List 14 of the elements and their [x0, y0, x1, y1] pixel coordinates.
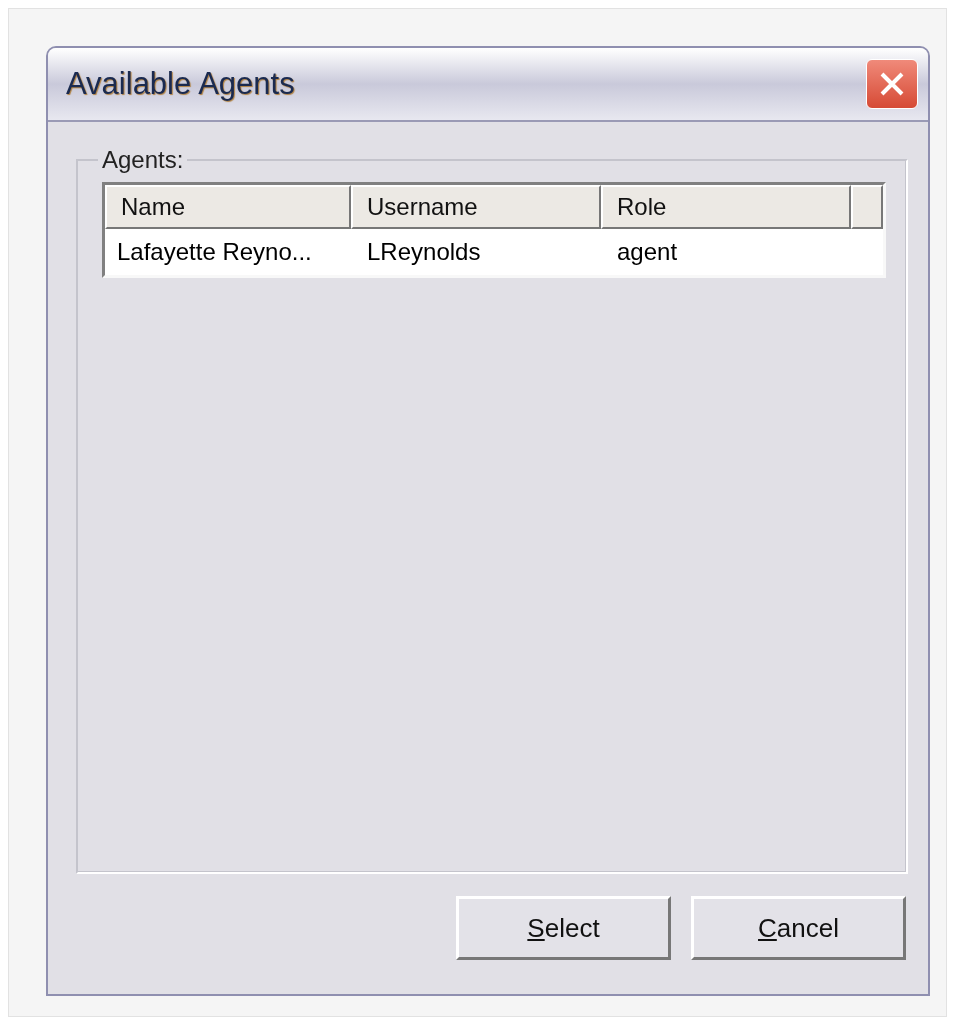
column-header[interactable]: Name [105, 185, 351, 229]
window-title: Available Agents [66, 66, 295, 102]
table-cell-text: Lafayette Reyno... [116, 238, 313, 266]
close-button[interactable] [866, 59, 918, 109]
group-label: Agents: [101, 146, 185, 174]
dialog-button[interactable]: Select [456, 896, 671, 960]
agent-row[interactable]: Lafayette Reyno... LReynolds agent [105, 229, 883, 275]
dialog-button[interactable]: Cancel [691, 896, 906, 960]
column-header-filler [851, 185, 883, 229]
column-header[interactable]: Username [351, 185, 601, 229]
column-header[interactable]: Role [601, 185, 851, 229]
close-icon [878, 70, 906, 98]
table-cell-text: LReynolds [366, 238, 482, 266]
table-cell-text: agent [616, 238, 679, 266]
